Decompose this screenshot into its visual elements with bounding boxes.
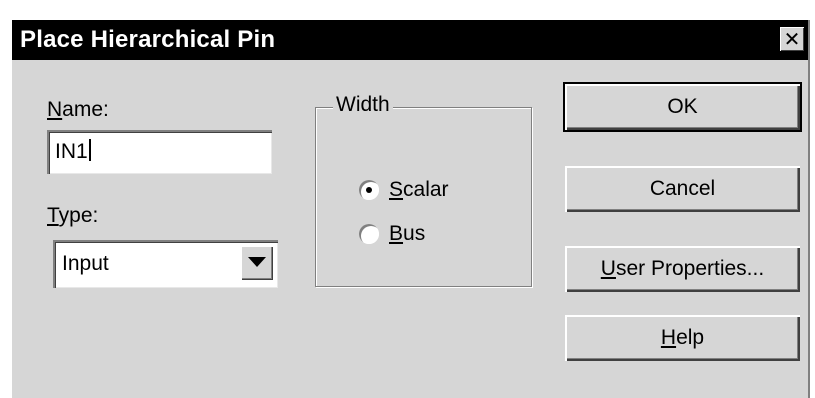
type-select-value: Input — [62, 252, 109, 275]
width-group-title: Width — [333, 93, 393, 117]
name-label: Name: — [47, 98, 109, 121]
place-hierarchical-pin-dialog: Place Hierarchical Pin ✕ Name: IN1 Type:… — [10, 18, 810, 398]
type-select[interactable]: Input — [53, 240, 278, 288]
scalar-label: Scalar — [389, 178, 449, 201]
cancel-button[interactable]: Cancel — [565, 166, 800, 212]
bus-label: Bus — [389, 222, 426, 245]
chevron-down-icon — [248, 257, 266, 267]
user-properties-button[interactable]: User Properties... — [565, 246, 800, 292]
bus-radio-option[interactable]: Bus — [359, 222, 509, 248]
type-label: Type: — [47, 204, 99, 227]
help-button-label: Help — [660, 326, 705, 349]
help-button[interactable]: Help — [565, 315, 800, 361]
ok-button-label: OK — [667, 95, 698, 118]
user-properties-button-label: User Properties... — [600, 257, 765, 280]
close-icon: ✕ — [783, 27, 801, 51]
ok-button[interactable]: OK — [563, 82, 802, 132]
scalar-radio[interactable] — [359, 180, 379, 200]
type-dropdown-button[interactable] — [241, 246, 273, 280]
text-caret — [88, 139, 91, 161]
cancel-button-label: Cancel — [649, 177, 716, 200]
scalar-radio-option[interactable]: Scalar — [359, 178, 509, 204]
name-input-value: IN1 — [55, 140, 88, 163]
close-button[interactable]: ✕ — [780, 27, 804, 51]
width-groupbox: Width Scalar Bus — [315, 93, 532, 287]
name-input[interactable]: IN1 — [47, 130, 272, 174]
bus-radio[interactable] — [359, 224, 379, 244]
title-bar[interactable]: Place Hierarchical Pin ✕ — [12, 20, 808, 60]
dialog-title: Place Hierarchical Pin — [20, 26, 276, 53]
